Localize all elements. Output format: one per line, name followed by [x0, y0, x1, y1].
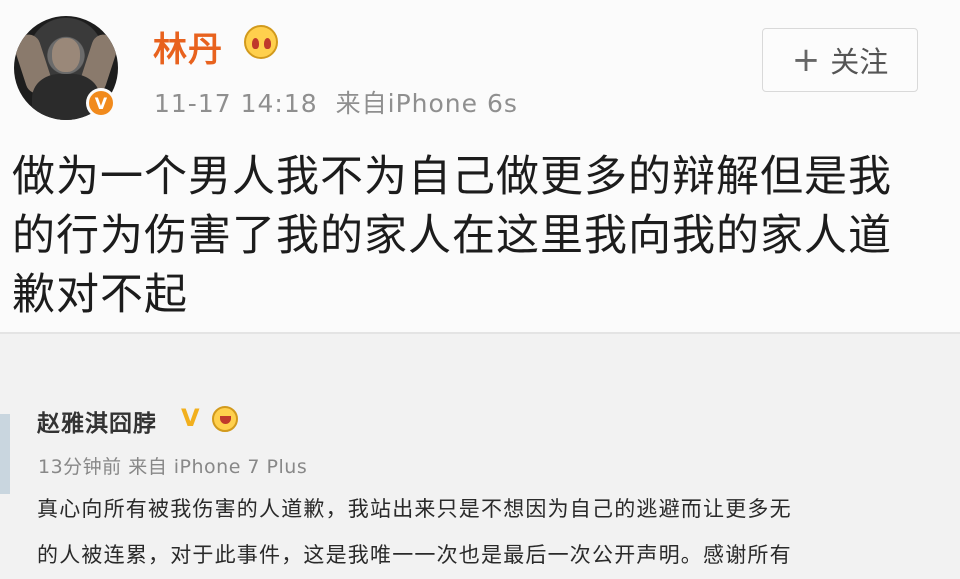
post-text: 真心向所有被我伤害的人道歉，我站出来只是不想因为自己的逃避而让更多无 的人被连累…: [37, 486, 960, 578]
follow-label: 关注: [830, 45, 889, 79]
post-meta: 13分钟前 来自 iPhone 7 Plus: [38, 456, 308, 478]
post-meta: 11-17 14:18 来自iPhone 6s: [154, 84, 518, 120]
plus-icon: +: [791, 40, 821, 80]
emoji-badge-icon: [244, 25, 278, 59]
username[interactable]: 林丹: [153, 22, 223, 71]
post-text-line: 的行为伤害了我的家人在这里我向我的家人道: [12, 211, 892, 261]
avatar-image-part: [52, 38, 80, 72]
verified-badge-icon: V: [86, 88, 116, 118]
follow-button[interactable]: + 关注: [762, 28, 918, 92]
post-text: 做为一个男人我不为自己做更多的辩解但是我 的行为伤害了我的家人在这里我向我的家人…: [12, 148, 942, 325]
left-edge-decoration: [0, 414, 10, 494]
emoji-badge-icon: [212, 406, 238, 432]
verified-v-icon: V: [181, 404, 200, 432]
post-source: 来自iPhone 6s: [335, 89, 518, 118]
post-text-line: 真心向所有被我伤害的人道歉，我站出来只是不想因为自己的逃避而让更多无: [37, 497, 792, 521]
post-text-line: 歉对不起: [12, 270, 188, 320]
post-card-zhaoyaqi: 赵雅淇囧脖 V 13分钟前 来自 iPhone 7 Plus 真心向所有被我伤害…: [0, 334, 960, 579]
username[interactable]: 赵雅淇囧脖: [37, 404, 157, 438]
post-card-lindan: V 林丹 11-17 14:18 来自iPhone 6s + 关注 做为一个男人我…: [0, 0, 960, 332]
post-text-line: 的人被连累，对于此事件，这是我唯一一次也是最后一次公开声明。感谢所有: [37, 543, 792, 567]
post-text-line: 做为一个男人我不为自己做更多的辩解但是我: [12, 152, 892, 202]
post-time: 11-17 14:18: [154, 89, 318, 118]
